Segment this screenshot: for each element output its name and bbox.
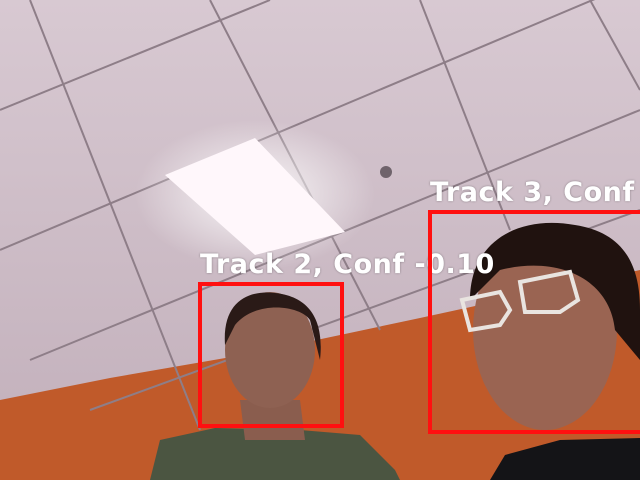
ceiling-sprinkler <box>380 166 392 178</box>
detection-box-track-3 <box>428 210 640 434</box>
camera-frame: Track 2, Conf -0.10 Track 3, Conf <box>0 0 640 480</box>
detection-box-track-2 <box>198 282 344 428</box>
detection-label-track-3: Track 3, Conf <box>430 177 635 208</box>
